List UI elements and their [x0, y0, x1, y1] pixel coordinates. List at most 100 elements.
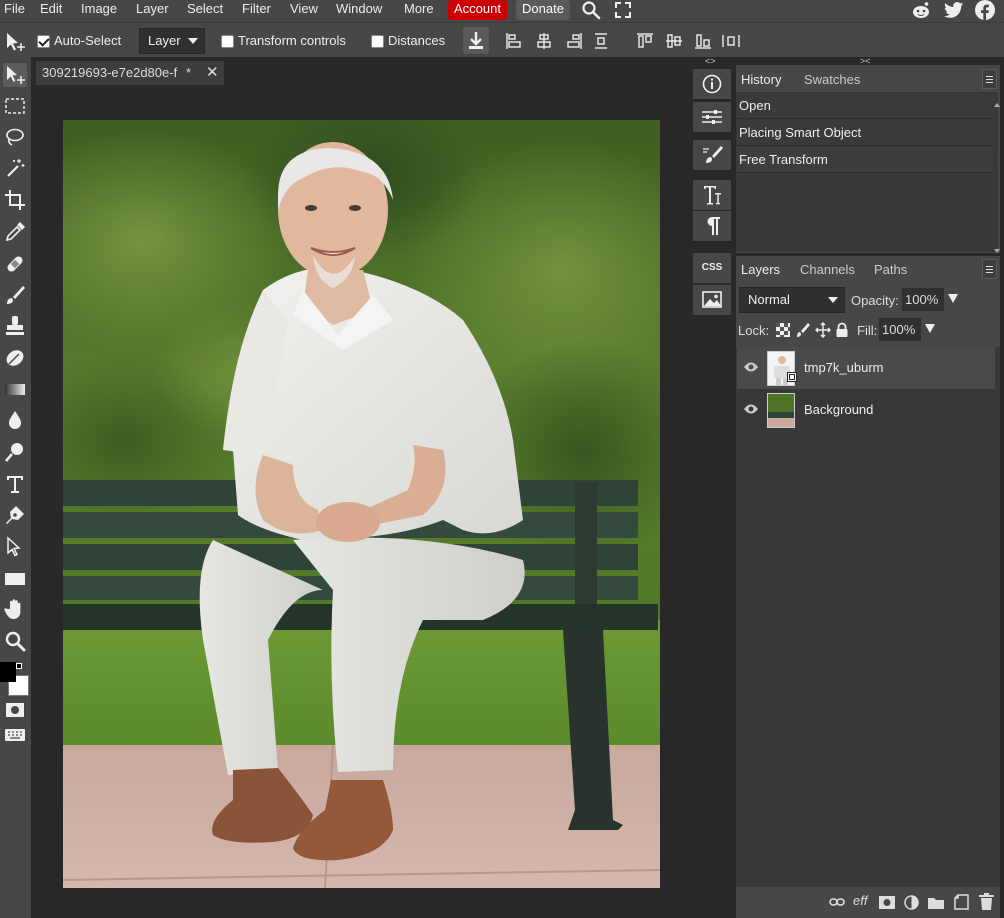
document-tab[interactable]: 309219693-e7e2d80e-f * ✕: [36, 61, 224, 85]
blend-mode-select[interactable]: Normal: [739, 287, 845, 313]
donate-button[interactable]: Donate: [516, 0, 570, 20]
menu-filter[interactable]: Filter: [242, 0, 271, 20]
auto-select-target-select[interactable]: Layer: [139, 28, 205, 54]
account-button[interactable]: Account: [448, 0, 507, 20]
default-colors-icon[interactable]: [16, 663, 22, 669]
menu-window[interactable]: Window: [336, 0, 382, 20]
fill-input[interactable]: 100%: [879, 318, 921, 341]
align-right-icon[interactable]: [565, 32, 583, 50]
add-mask-icon[interactable]: [879, 896, 895, 909]
opacity-input[interactable]: 100%: [902, 288, 944, 311]
history-panel-menu-icon[interactable]: [982, 69, 997, 89]
distribute-horizontal-icon[interactable]: [721, 32, 741, 50]
brush-tool[interactable]: [3, 283, 27, 307]
tab-history[interactable]: History: [736, 67, 787, 92]
menu-file[interactable]: File: [4, 0, 25, 20]
lock-all-icon[interactable]: [835, 322, 849, 338]
eraser-tool[interactable]: [3, 346, 27, 370]
lock-pixels-icon[interactable]: [796, 322, 810, 338]
keyboard-button[interactable]: [3, 727, 27, 743]
fill-dropdown-icon[interactable]: [925, 324, 935, 333]
collapse-arrows-icon[interactable]: <>: [705, 56, 716, 66]
quick-mask-button[interactable]: [3, 700, 27, 720]
auto-select-label: Auto-Select: [54, 33, 122, 48]
clone-stamp-tool[interactable]: [3, 314, 27, 338]
menu-select[interactable]: Select: [187, 0, 223, 20]
menu-view[interactable]: View: [290, 0, 318, 20]
marquee-tool[interactable]: [3, 94, 27, 118]
move-tool[interactable]: [3, 63, 27, 87]
blur-tool[interactable]: [3, 408, 27, 432]
hand-tool[interactable]: [3, 597, 27, 621]
image-panel-button[interactable]: [693, 285, 731, 315]
distribute-vertical-icon[interactable]: [594, 32, 608, 50]
pen-tool[interactable]: [3, 503, 27, 527]
layer-effects-button[interactable]: eff: [853, 893, 867, 908]
info-panel-button[interactable]: [693, 69, 731, 99]
image-canvas[interactable]: [63, 120, 660, 888]
zoom-tool[interactable]: [3, 629, 27, 653]
auto-select-checkbox[interactable]: [37, 35, 50, 48]
lasso-tool[interactable]: [3, 125, 27, 149]
layer-row[interactable]: tmp7k_uburm: [737, 347, 995, 389]
history-scrollbar[interactable]: [994, 103, 1000, 253]
character-panel-button[interactable]: [693, 180, 731, 210]
css-panel-button[interactable]: CSS: [693, 253, 731, 283]
layer-row[interactable]: Background: [737, 389, 995, 431]
type-tool[interactable]: [3, 472, 27, 496]
foreground-color-swatch[interactable]: [0, 662, 16, 682]
visibility-eye-icon[interactable]: [743, 403, 759, 415]
link-layers-icon[interactable]: [829, 897, 845, 907]
align-middle-v-icon[interactable]: [665, 32, 683, 50]
close-icon[interactable]: ✕: [206, 61, 219, 85]
move-tool-icon[interactable]: [4, 31, 26, 53]
delete-layer-icon[interactable]: [979, 893, 994, 910]
new-layer-icon[interactable]: [954, 894, 969, 910]
align-bottom-icon[interactable]: [694, 32, 712, 50]
magic-wand-tool[interactable]: [3, 156, 27, 180]
history-entry[interactable]: Placing Smart Object: [737, 120, 993, 146]
type-icon: [7, 476, 23, 493]
shape-tool[interactable]: [3, 566, 27, 590]
transform-controls-checkbox[interactable]: [221, 35, 234, 48]
eyedropper-tool[interactable]: [3, 220, 27, 244]
healing-brush-tool[interactable]: [3, 252, 27, 276]
history-entry-selected[interactable]: Free Transform: [737, 147, 993, 173]
align-left-icon[interactable]: [505, 32, 523, 50]
adjustments-panel-button[interactable]: [693, 102, 731, 132]
lock-position-icon[interactable]: [815, 322, 831, 338]
download-button[interactable]: [463, 27, 489, 54]
history-entry[interactable]: Open: [737, 93, 993, 119]
menu-edit[interactable]: Edit: [40, 0, 62, 20]
tab-paths[interactable]: Paths: [869, 257, 912, 282]
search-icon[interactable]: [581, 0, 601, 20]
tab-swatches[interactable]: Swatches: [799, 67, 865, 92]
new-group-icon[interactable]: [928, 896, 944, 909]
facebook-icon[interactable]: [975, 0, 995, 20]
paragraph-panel-button[interactable]: [693, 211, 731, 241]
reddit-icon[interactable]: [911, 0, 931, 20]
menu-more[interactable]: More: [404, 0, 434, 20]
path-select-tool[interactable]: [3, 535, 27, 559]
align-top-icon[interactable]: [636, 32, 654, 50]
crop-tool[interactable]: [3, 188, 27, 212]
blend-mode-value: Normal: [748, 292, 790, 307]
visibility-eye-icon[interactable]: [743, 361, 759, 373]
crop-icon: [5, 190, 25, 210]
brush-panel-button[interactable]: [693, 140, 731, 170]
menu-image[interactable]: Image: [81, 0, 117, 20]
distances-checkbox[interactable]: [371, 35, 384, 48]
twitter-icon[interactable]: [944, 1, 964, 19]
layers-panel-menu-icon[interactable]: [982, 259, 997, 279]
tab-channels[interactable]: Channels: [795, 257, 860, 282]
menu-layer[interactable]: Layer: [136, 0, 169, 20]
adjustment-layer-icon[interactable]: [904, 895, 919, 910]
stamp-icon: [6, 316, 24, 335]
gradient-tool[interactable]: [3, 377, 27, 401]
align-center-h-icon[interactable]: [535, 32, 553, 50]
tab-layers[interactable]: Layers: [736, 257, 786, 282]
opacity-dropdown-icon[interactable]: [948, 294, 958, 303]
fullscreen-icon[interactable]: [614, 1, 632, 19]
dodge-tool[interactable]: [3, 440, 27, 464]
lock-transparent-icon[interactable]: [776, 323, 790, 337]
